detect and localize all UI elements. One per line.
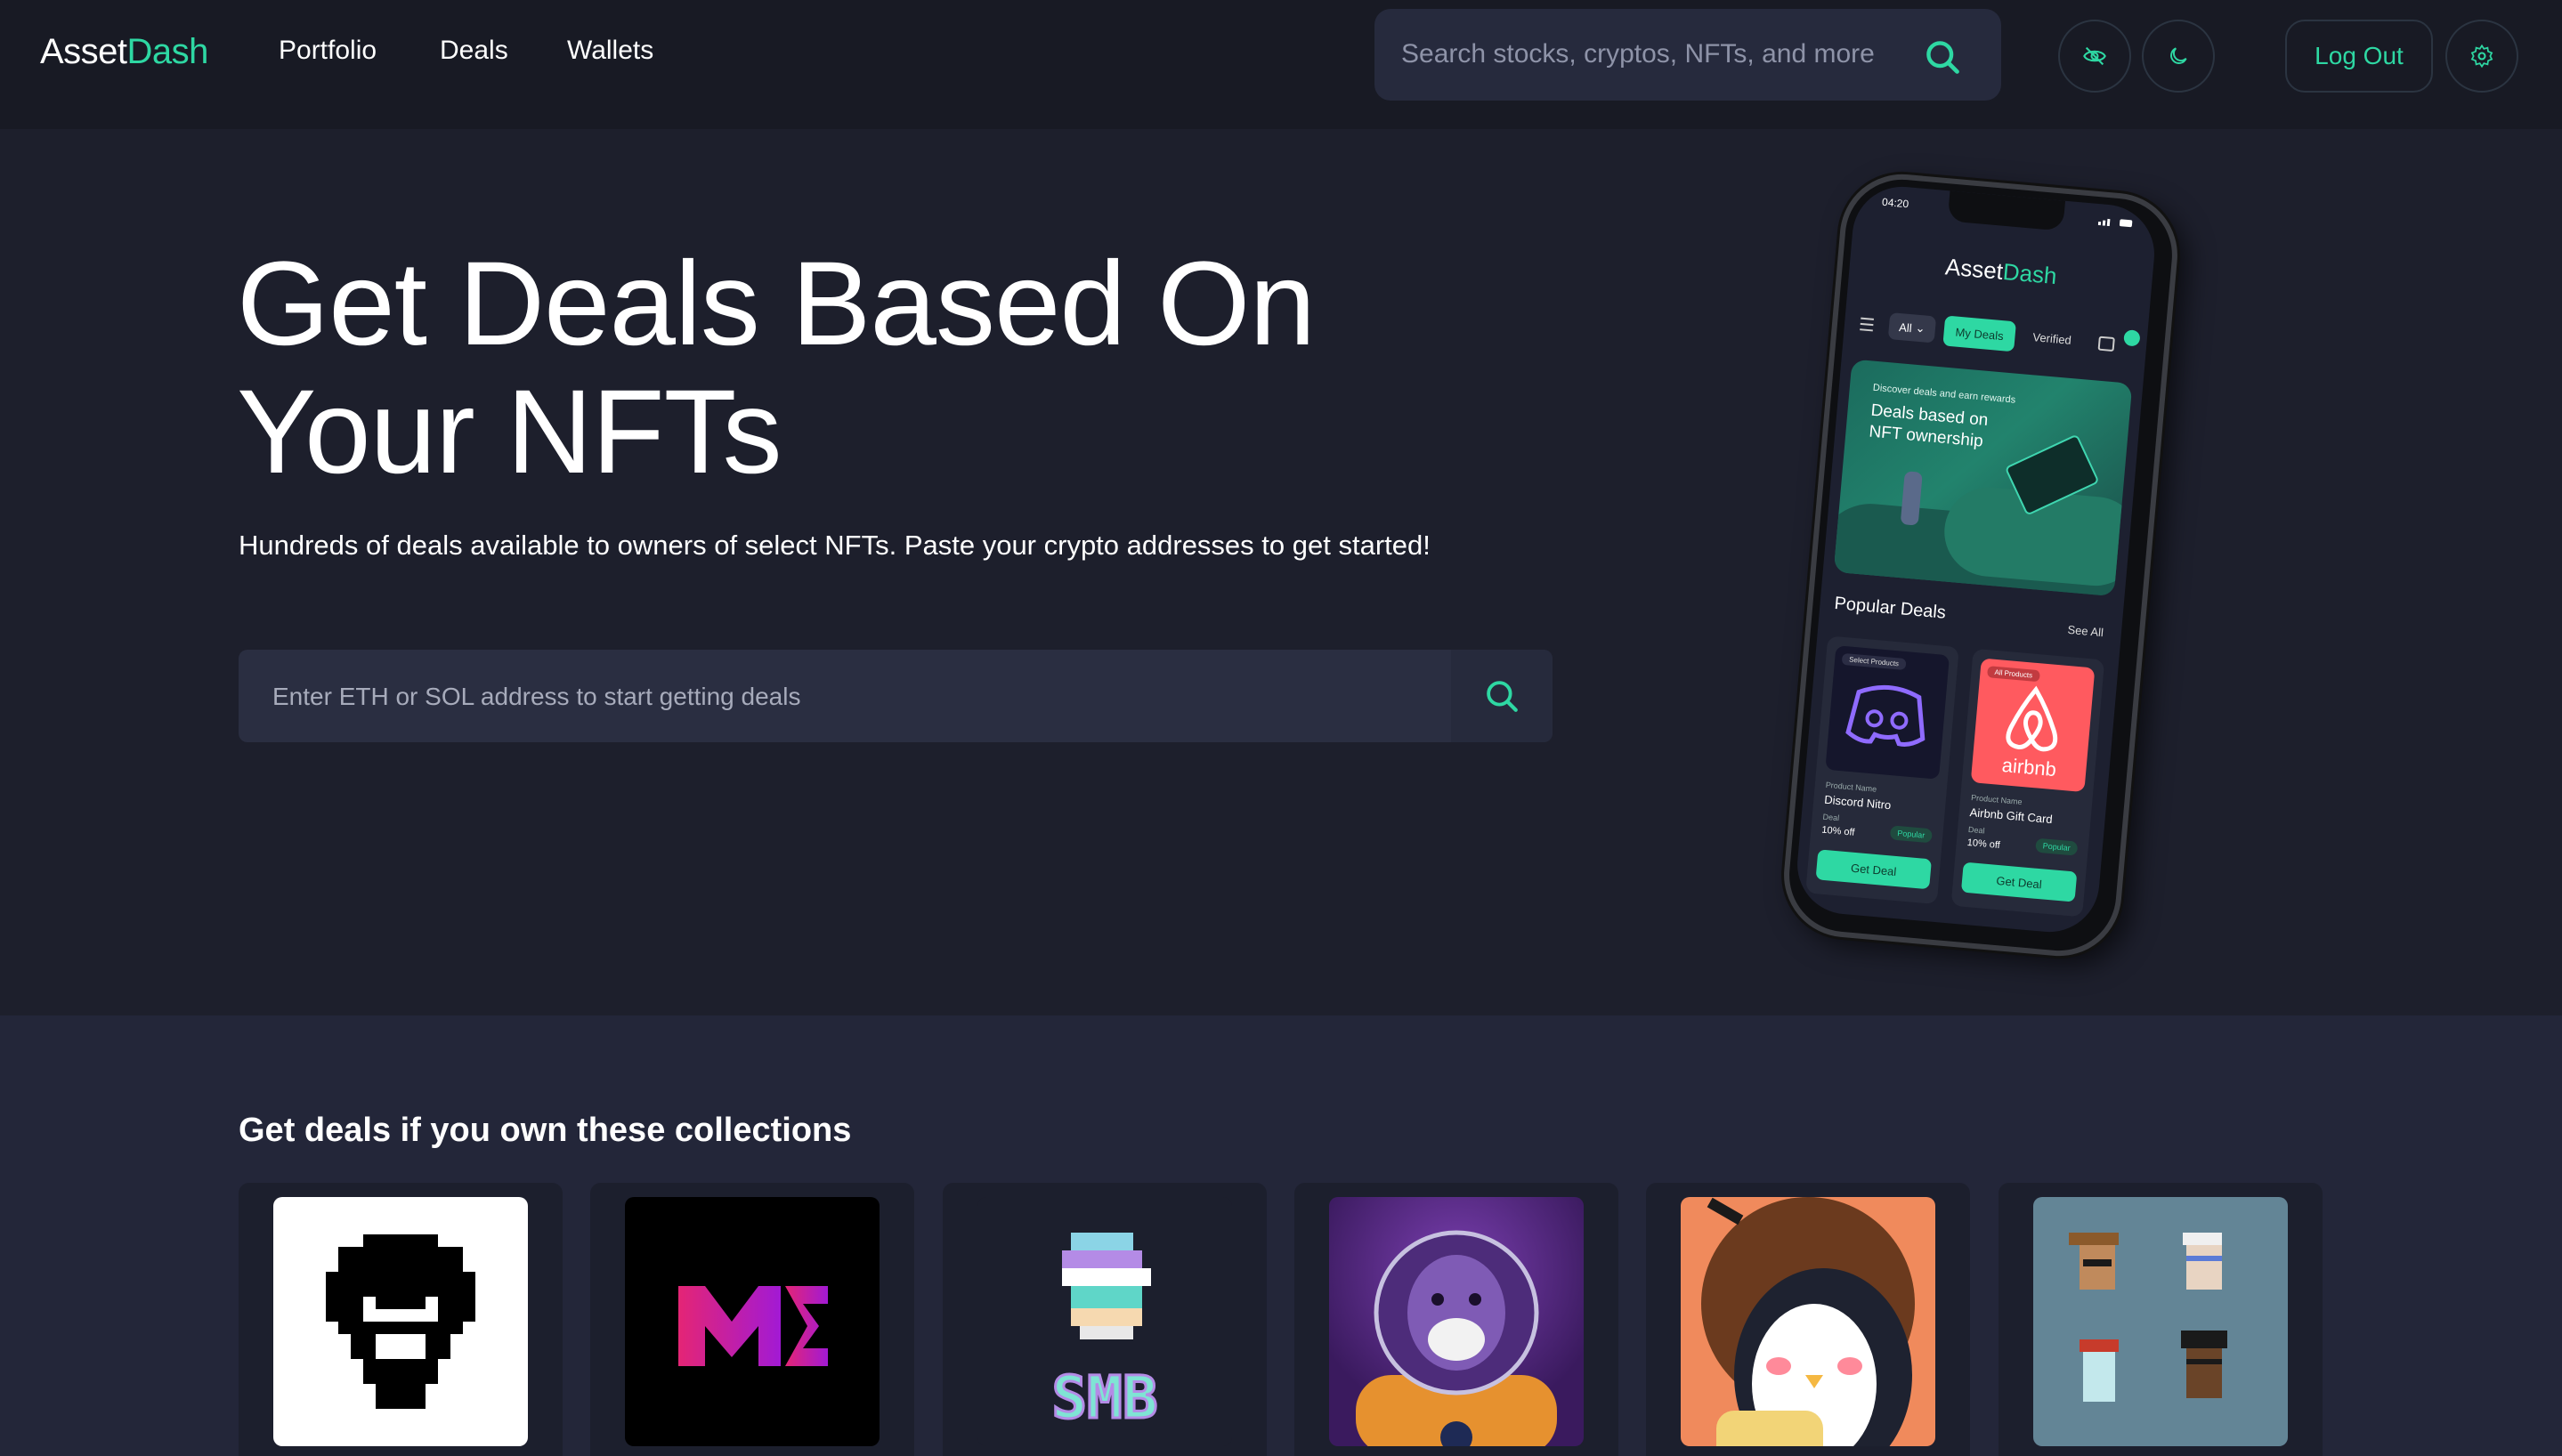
magic-eden-logo [678, 1286, 828, 1366]
phone-logo-suffix: Dash [2001, 257, 2058, 290]
collection-thumb [2033, 1197, 2288, 1446]
pixel-face-logo [326, 1234, 475, 1409]
phone-mockup: 04:20 AssetDash ☰ All ⌄ My Deals Verified… [1779, 169, 2183, 961]
popular-badge: Popular [1889, 825, 1933, 844]
collection-thumb: SMB [977, 1197, 1232, 1446]
gear-icon [2470, 44, 2493, 69]
address-search [239, 650, 1553, 742]
collection-card[interactable] [1999, 1183, 2323, 1456]
theme-toggle-button[interactable] [2142, 20, 2215, 93]
eye-slash-icon [2083, 46, 2106, 66]
phone-filter-all: All ⌄ [1887, 312, 1937, 344]
phone-filter-all-label: All [1898, 320, 1913, 335]
global-search [1374, 9, 2001, 101]
collection-thumb [1329, 1197, 1584, 1446]
phone-filter-verified: Verified [2031, 330, 2072, 347]
top-nav: AssetDash Portfolio Deals Wallets Log Ou… [0, 0, 2562, 129]
address-input[interactable] [272, 675, 1430, 719]
collection-card[interactable] [1294, 1183, 1618, 1456]
address-search-button[interactable] [1451, 650, 1553, 742]
phone-filter-bar: ☰ All ⌄ My Deals Verified [1857, 306, 2144, 367]
search-icon [1487, 681, 1518, 712]
nav-wallets[interactable]: Wallets [567, 36, 653, 66]
logo-suffix: Dash [126, 32, 209, 71]
menu-icon: ☰ [1858, 315, 1876, 336]
hero-title: Get Deals Based On Your NFTs [237, 238, 1316, 498]
moon-icon [2170, 47, 2187, 64]
deal-name: Airbnb Gift Card [1969, 805, 2054, 827]
deal-card-discord: Select Products Product Name Discord Nit… [1805, 635, 1959, 905]
nav-deals[interactable]: Deals [440, 36, 508, 66]
deal-card-airbnb: airbnb All Products Product Name Airbnb … [1950, 648, 2105, 918]
popular-deals-title: Popular Deals [1833, 593, 1947, 623]
banner-big-text: Deals based on NFT ownership [1868, 400, 1990, 451]
collection-card[interactable] [1646, 1183, 1970, 1456]
smb-logo: SMB [1050, 1233, 1159, 1434]
collection-thumb [1681, 1197, 1935, 1446]
phone-logo-prefix: Asset [1943, 253, 2005, 285]
nav-portfolio[interactable]: Portfolio [279, 36, 377, 66]
airbnb-logo-text: airbnb [2001, 754, 2057, 781]
search-icon[interactable] [1923, 37, 1962, 77]
collection-card[interactable] [590, 1183, 914, 1456]
collections-title: Get deals if you own these collections [239, 1112, 852, 1149]
collection-card[interactable]: SMB [943, 1183, 1267, 1456]
collections-section: Get deals if you own these collections S… [0, 1015, 2562, 1456]
smb-logo-text: SMB [1051, 1363, 1157, 1432]
cryptopunks-grid-art [2069, 1233, 2227, 1402]
logout-button[interactable]: Log Out [2285, 20, 2433, 93]
check-badge-icon [2123, 329, 2141, 347]
pudgy-penguin-art [1701, 1197, 1915, 1446]
deal-value: 10% off [1820, 824, 1855, 838]
astronaut-ape-art [1356, 1230, 1557, 1446]
get-deal-button: Get Deal [1960, 861, 2078, 902]
chevron-down-icon: ⌄ [1915, 320, 1926, 336]
see-all-link: See All [2066, 622, 2104, 640]
logo-prefix: Asset [40, 32, 127, 71]
hero-subtitle: Hundreds of deals available to owners of… [239, 530, 1431, 561]
collection-card[interactable] [239, 1183, 563, 1456]
status-bar-icon [2097, 218, 2133, 228]
global-search-input[interactable] [1401, 32, 1917, 77]
phone-logo: AssetDash [1849, 245, 2153, 299]
hero-section: Get Deals Based On Your NFTs Hundreds of… [0, 129, 2562, 1015]
collection-thumb [273, 1197, 528, 1446]
settings-button[interactable] [2445, 20, 2518, 93]
phone-banner: Discover deals and earn rewards Deals ba… [1833, 359, 2133, 597]
product-name-label: Product Name [1970, 793, 2023, 807]
get-deal-button: Get Deal [1815, 849, 1932, 890]
phone-time: 04:20 [1881, 195, 1909, 211]
hide-balances-button[interactable] [2058, 20, 2131, 93]
product-name-label: Product Name [1825, 780, 1877, 794]
phone-screen: 04:20 AssetDash ☰ All ⌄ My Deals Verified… [1793, 182, 2159, 936]
verified-toggle-icon [2097, 336, 2115, 352]
collection-thumb [625, 1197, 880, 1446]
deal-label: Deal [1822, 812, 1840, 823]
app-logo[interactable]: AssetDash [40, 32, 208, 72]
deal-label: Deal [1967, 824, 1985, 836]
deal-value: 10% off [1966, 837, 2001, 852]
deal-name: Discord Nitro [1823, 792, 1892, 813]
popular-badge: Popular [2035, 837, 2079, 856]
phone-filter-mydeals: My Deals [1942, 315, 2016, 352]
